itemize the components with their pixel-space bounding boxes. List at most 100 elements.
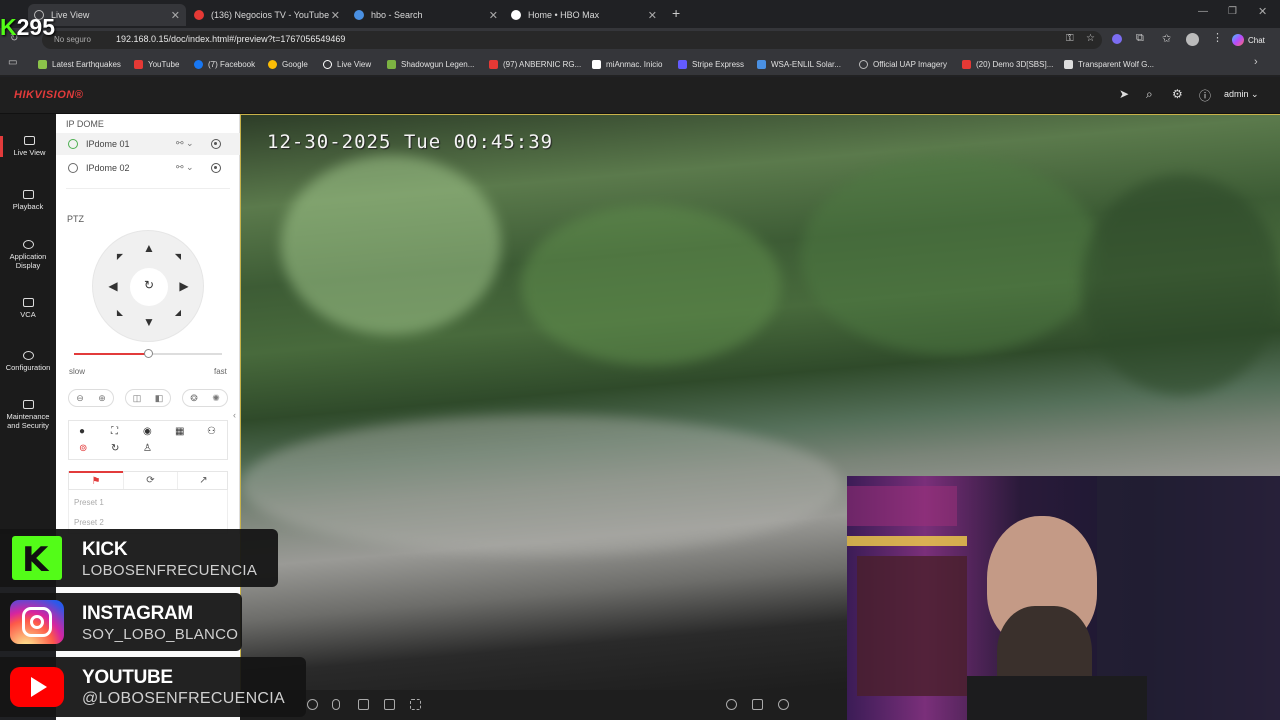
viewer-count: 295 [16,14,55,40]
search-icon [354,10,364,20]
bookmark-item[interactable]: Live View [323,57,371,71]
tab-search[interactable]: hbo - Search ✕ [348,4,504,26]
zoom-in-icon[interactable]: ⊕ [98,393,106,404]
tab-pattern[interactable]: ↗ [177,472,229,489]
nav-playback[interactable]: Playback [0,190,56,211]
window-layout-icon[interactable] [752,699,763,710]
close-icon[interactable]: ✕ [489,9,498,22]
auto-pan-button[interactable]: ↻ [130,268,168,306]
bookmark-item[interactable]: Stripe Express [678,57,744,71]
bookmark-item[interactable]: miAnmac. Inicio [592,57,662,71]
star-icon[interactable]: ☆ [1086,33,1095,44]
list-item[interactable]: Preset 2 [74,518,104,527]
bookmark-item[interactable]: Shadowgun Legen... [387,57,474,71]
speed-slider[interactable] [74,349,222,358]
iris-close-icon[interactable]: ❂ [190,393,198,404]
url-field[interactable]: No seguro 192.168.0.15/doc/index.html#/p… [42,31,1102,49]
pan-left-arrow[interactable]: ◀ [106,279,120,293]
bookmark-item[interactable]: YouTube [134,57,179,71]
record-icon[interactable] [211,139,221,149]
bookmark-item[interactable]: Latest Earthquakes [38,57,121,71]
kick-k-icon: K [0,14,17,40]
nav-application-display[interactable]: Application Display [0,240,56,270]
previous-icon[interactable] [726,699,737,710]
fullscreen-area-icon[interactable]: ⛶ [111,426,118,437]
device-name: IPdome 02 [86,163,130,173]
close-icon[interactable]: ✕ [331,9,340,22]
extension-icon[interactable] [1112,34,1122,44]
record-icon[interactable] [211,163,221,173]
device-row[interactable]: IPdome 01 ⚯ ⌄ [56,133,240,155]
key-icon[interactable]: ⚿ [1066,33,1074,44]
new-tab-button[interactable]: + [672,5,680,21]
focus-near-icon[interactable]: ◫ [133,393,142,404]
pan-down-left-arrow[interactable]: ◣ [113,308,127,317]
stream-select-icon[interactable]: ⚯ ⌄ [176,138,194,149]
pan-right-arrow[interactable]: ▶ [177,279,191,293]
pan-down-arrow[interactable]: ▼ [142,315,156,329]
pan-up-left-arrow[interactable]: ◤ [113,252,127,261]
pan-up-arrow[interactable]: ▲ [142,241,156,255]
image-icon[interactable] [358,699,369,710]
tab-patrol[interactable]: ⟳ [123,472,177,489]
auto-tracking-icon[interactable]: ⚇ [207,426,216,437]
bookmark-item[interactable]: Transparent Wolf G... [1064,57,1154,71]
user-menu[interactable]: admin ⌄ [1224,89,1259,100]
grid-icon[interactable]: ▦ [175,426,184,437]
zoom-out-icon[interactable]: ⊖ [76,393,84,404]
chat-button[interactable]: Chat [1232,32,1274,48]
capture-icon[interactable] [307,699,318,710]
bookmark-item[interactable]: Google [268,57,308,71]
puzzle-icon[interactable]: ⧉ [1136,32,1144,45]
bookmark-item[interactable]: Official UAP Imagery [859,57,947,71]
nav-vca[interactable]: VCA [0,298,56,319]
close-icon[interactable]: ✕ [648,9,657,22]
bookmarks-star-icon[interactable]: ✩ [1162,32,1171,45]
avatar[interactable] [1186,33,1199,46]
device-row[interactable]: IPdome 02 ⚯ ⌄ [56,157,240,179]
close-icon[interactable]: ✕ [171,9,180,22]
menu-icon[interactable]: ⋮ [1212,31,1223,44]
iris-open-icon[interactable]: ✺ [212,393,220,404]
bookmark-item[interactable]: (7) Facebook [194,57,255,71]
focus-far-icon[interactable]: ◧ [155,393,164,404]
light-icon[interactable]: ● [79,426,85,437]
wiper-icon[interactable]: ◉ [143,426,152,437]
focus-area-icon[interactable] [410,699,421,710]
nav-live-view[interactable]: Live View [0,136,56,157]
microphone-icon[interactable] [332,699,340,710]
zoom-area-icon[interactable] [384,699,395,710]
chevron-right-icon[interactable]: › [1254,56,1258,68]
3d-zoom-icon[interactable]: ⊚ [79,443,87,454]
collapse-panel-icon[interactable]: ‹ [233,410,236,420]
tab-preset[interactable]: ⚑ [69,471,123,490]
settings-icon[interactable]: ⚙ [1172,87,1183,101]
tab-hbo[interactable]: Home • HBO Max ✕ [505,4,663,26]
person-icon[interactable]: ♙ [143,443,152,454]
next-icon[interactable] [778,699,789,710]
social-title: INSTAGRAM [82,603,193,624]
send-icon[interactable]: ➤ [1119,87,1129,101]
list-item[interactable]: Preset 1 [74,498,104,507]
minimize-button[interactable]: — [1198,6,1208,17]
social-kick: K KICK LOBOSENFRECUENCIA [0,529,278,587]
nav-maintenance[interactable]: Maintenance and Security [0,400,56,430]
bookmark-item[interactable]: (20) Demo 3D[SBS]... [962,57,1053,71]
speed-slider-handle[interactable] [144,349,153,358]
info-icon[interactable]: ⓘ [1199,87,1211,104]
sidebar-toggle-icon[interactable]: ▭ [8,57,17,68]
maximize-button[interactable]: ❐ [1228,6,1237,17]
social-title: KICK [82,539,128,560]
tab-youtube[interactable]: (136) Negocios TV - YouTube ✕ [188,4,346,26]
refresh-icon[interactable]: ↻ [111,443,119,454]
pan-down-right-arrow[interactable]: ◢ [171,308,185,317]
stream-select-icon[interactable]: ⚯ ⌄ [176,162,194,173]
bookmark-item[interactable]: WSA-ENLIL Solar... [757,57,841,71]
window-close-button[interactable]: ✕ [1258,5,1267,18]
search-icon[interactable]: ⌕ [1146,87,1153,102]
nav-configuration[interactable]: Configuration [0,351,56,372]
device-group-label: IP DOME [66,119,104,129]
hikvision-logo: HIKVISION® [14,89,84,101]
pan-up-right-arrow[interactable]: ◥ [171,252,185,261]
bookmark-item[interactable]: (97) ANBERNIC RG... [489,57,581,71]
